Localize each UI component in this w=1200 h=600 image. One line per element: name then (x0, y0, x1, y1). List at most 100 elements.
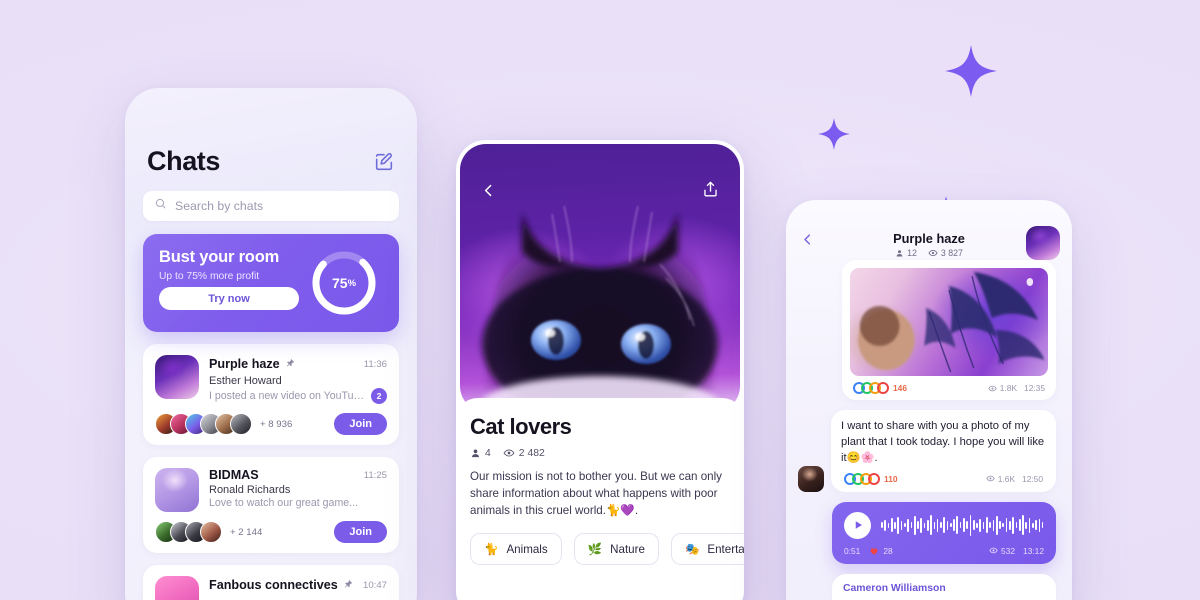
share-icon[interactable] (701, 180, 720, 204)
view-stat: 532 (989, 546, 1015, 556)
timestamp: 12:50 (1022, 473, 1043, 484)
member-count: + 8 936 (260, 418, 293, 430)
cat-emoji-icon: 🐈 (484, 543, 499, 557)
page-title: Chats (147, 146, 221, 176)
group-title: Cat lovers (470, 414, 572, 439)
chat-name: BIDMAS (209, 468, 259, 482)
member-count: 12 (907, 248, 917, 258)
message-preview: I posted a new video on YouTub... (209, 390, 365, 402)
progress-value: 75 (331, 275, 348, 291)
like-stat[interactable]: 28 (869, 545, 893, 556)
person-icon (896, 249, 903, 256)
list-item[interactable]: Cameron Williamson (832, 573, 1056, 600)
list-item[interactable]: Purple haze 11:36 Esther Howard I posted… (143, 344, 399, 445)
view-count: 3 827 (940, 248, 963, 258)
list-item[interactable]: Fanbous connectives 10:47 (143, 565, 399, 600)
sender-name: Cameron Williamson (843, 582, 946, 594)
sender-name: Esther Howard (209, 375, 282, 387)
list-item[interactable]: BIDMAS 11:25 Ronald Richards Love to wat… (143, 457, 399, 553)
heart-icon (870, 548, 878, 555)
scene: Chats Search by chats Bust your room Up … (0, 0, 1200, 600)
monstera-plant-photo (850, 268, 1048, 376)
avatar (798, 465, 824, 492)
member-avatars[interactable] (155, 413, 252, 435)
view-stat: 1.6K (986, 474, 1015, 484)
eye-icon (503, 449, 515, 457)
avatar (155, 576, 199, 600)
chat-name: Fanbous connectives (209, 578, 338, 592)
timestamp: 10:47 (362, 579, 387, 591)
promo-title: Bust your room (159, 248, 280, 266)
search-input[interactable]: Search by chats (143, 191, 399, 221)
like-count: 28 (883, 545, 893, 556)
avatar (155, 355, 199, 399)
thread-header: Purple haze 12 3 827 (786, 200, 1072, 260)
view-stat: 2 482 (503, 447, 545, 459)
text-message[interactable]: I want to share with you a photo of my p… (798, 410, 1056, 492)
sparkle-medium-icon (818, 118, 850, 150)
chat-list-header: Chats (125, 88, 417, 177)
view-stat: 3 827 (928, 248, 963, 258)
eye-icon (928, 250, 938, 256)
reactions[interactable]: 110 (844, 472, 898, 485)
promo-subtitle: Up to 75% more profit (159, 271, 260, 282)
chip-entertainment[interactable]: 🎭 Entertainment (670, 533, 744, 566)
message-bubble: I want to share with you a photo of my p… (831, 410, 1056, 492)
reaction-count: 146 (893, 383, 907, 393)
timestamp: 12:35 (1024, 383, 1045, 393)
view-count: 532 (1001, 545, 1016, 556)
play-icon[interactable] (844, 511, 871, 539)
duration: 0:51 (844, 545, 861, 556)
eye-icon (986, 476, 995, 482)
sparkle-large-icon (945, 45, 997, 97)
chevron-left-icon[interactable] (480, 182, 497, 204)
view-stat: 1.8K (988, 383, 1017, 393)
group-profile-screen: Cat lovers 4 2 482 Our mission is not to… (456, 140, 744, 600)
avatar (200, 521, 222, 543)
member-stat: 12 (895, 248, 917, 258)
sender-name: Ronald Richards (209, 484, 291, 496)
unread-badge: 2 (371, 388, 387, 404)
avatar (155, 468, 199, 512)
search-placeholder: Search by chats (175, 199, 264, 213)
voice-message-meta: 0:51 28 532 13:12 (844, 546, 1044, 556)
compose-icon[interactable] (373, 151, 395, 173)
chip-animals[interactable]: 🐈 Animals (470, 533, 562, 566)
purple-cat-photo (460, 144, 740, 412)
reaction-icon (868, 472, 880, 485)
chip-nature[interactable]: 🌿 Nature (573, 533, 659, 566)
pin-icon (343, 576, 353, 594)
timestamp: 11:36 (363, 358, 387, 370)
chip-label: Entertainment (707, 542, 744, 556)
reaction-icon (877, 382, 889, 394)
photo-message-meta: 146 1.8K 12:35 (850, 382, 1048, 394)
text-message-meta: 110 1.6K 12:50 (841, 472, 1046, 485)
chip-label: Nature (610, 542, 645, 556)
pin-icon (285, 355, 295, 373)
progress-label: 75% (309, 248, 379, 318)
reactions[interactable]: 146 (853, 382, 907, 394)
waveform[interactable] (881, 512, 1044, 538)
join-button[interactable]: Join (334, 413, 387, 435)
avatar[interactable] (1026, 226, 1060, 260)
chat-list-screen: Chats Search by chats Bust your room Up … (125, 88, 417, 600)
herb-emoji-icon: 🌿 (587, 543, 603, 557)
promo-banner[interactable]: Bust your room Up to 75% more profit Try… (143, 234, 399, 332)
chat-thread-screen: Purple haze 12 3 827 146 1.8K 12:35 I wa… (786, 200, 1072, 600)
member-avatars[interactable] (155, 521, 222, 543)
message-text: I want to share with you a photo of my p… (841, 420, 1045, 464)
person-icon (472, 449, 479, 457)
search-icon (154, 197, 167, 215)
photo-message[interactable]: 146 1.8K 12:35 (842, 260, 1056, 400)
group-stats: 4 2 482 (470, 447, 730, 459)
message-preview: Love to watch our great game... (209, 497, 358, 509)
group-details-sheet: Cat lovers 4 2 482 Our mission is not to… (456, 398, 744, 600)
join-button[interactable]: Join (334, 521, 387, 543)
voice-message[interactable]: 0:51 28 532 13:12 (832, 501, 1056, 564)
view-count: 2 482 (518, 447, 545, 459)
try-now-button[interactable]: Try now (159, 287, 299, 310)
timestamp: 13:12 (1023, 545, 1044, 556)
member-count: 4 (485, 447, 491, 459)
chip-label: Animals (506, 542, 548, 556)
timestamp: 11:25 (363, 469, 387, 481)
